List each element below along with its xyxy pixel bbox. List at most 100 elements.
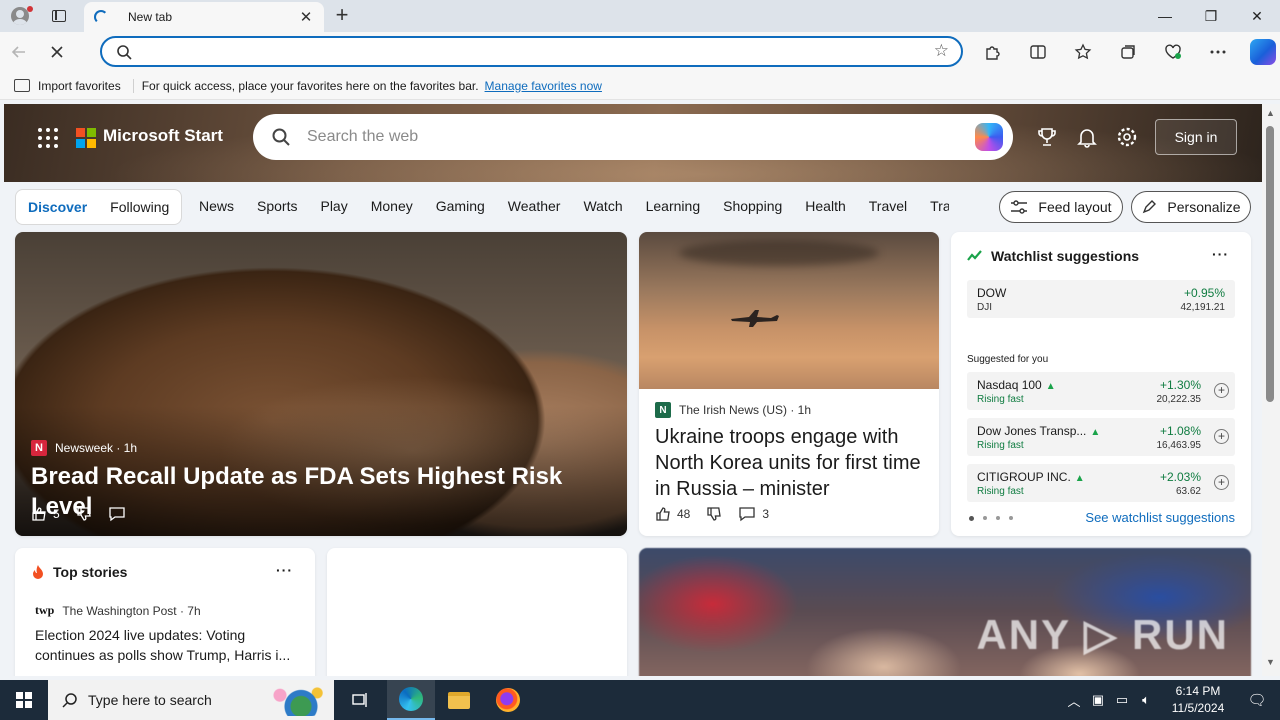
stock-row-nasdaq[interactable]: Nasdaq 100 ▲ Rising fast +1.30% 20,222.35… <box>967 372 1235 410</box>
category-travel[interactable]: Travel <box>869 198 907 214</box>
category-sports[interactable]: Sports <box>257 198 297 214</box>
add-to-watchlist-icon[interactable]: + <box>1214 383 1229 398</box>
thumbs-down-icon <box>77 507 91 521</box>
story-headline[interactable]: Ukraine troops engage with North Korea u… <box>655 424 925 502</box>
heart-pulse-icon <box>1164 44 1181 59</box>
copilot-icon[interactable] <box>975 123 1003 151</box>
collections-button[interactable] <box>1105 34 1150 70</box>
new-tab-button[interactable]: + <box>330 4 354 28</box>
taskbar-edge[interactable] <box>387 680 435 720</box>
new-tab-page: Microsoft Start Sign in Discover Followi… <box>4 104 1262 676</box>
taskbar-firefox[interactable] <box>484 680 532 720</box>
newsweek-logo-icon: N <box>31 440 47 456</box>
address-bar[interactable]: ☆ <box>100 36 963 67</box>
import-favorites-button[interactable]: Import favorites <box>0 78 134 93</box>
sparkle-pencil-icon <box>1143 200 1157 214</box>
page-scrollbar[interactable]: ▲ ▼ <box>1262 104 1280 676</box>
like-button[interactable]: 5 <box>31 506 60 522</box>
clock[interactable]: 6:14 PM 11/5/2024 <box>1162 683 1234 717</box>
network-icon[interactable]: ▭ <box>1110 692 1134 708</box>
like-count: 48 <box>677 507 691 521</box>
device-icon[interactable]: ▣ <box>1086 692 1110 708</box>
category-news[interactable]: News <box>199 198 234 214</box>
watchlist-more-button[interactable]: ··· <box>1212 246 1229 262</box>
stock-row-citigroup[interactable]: CITIGROUP INC. ▲ Rising fast +2.03% 63.62… <box>967 464 1235 502</box>
add-to-watchlist-icon[interactable]: + <box>1214 475 1229 490</box>
brand-name[interactable]: Microsoft Start <box>103 126 223 146</box>
category-watch[interactable]: Watch <box>583 198 622 214</box>
back-button[interactable] <box>0 34 38 70</box>
comment-button[interactable] <box>108 506 126 522</box>
notifications-bell-icon[interactable] <box>1075 126 1099 150</box>
close-window-button[interactable]: ✕ <box>1234 0 1280 32</box>
stop-loading-button[interactable] <box>38 34 76 70</box>
source-label: The Irish News (US) · 1h <box>679 403 812 417</box>
extensions-button[interactable] <box>970 34 1015 70</box>
category-money[interactable]: Money <box>371 198 413 214</box>
profile-button[interactable] <box>0 0 40 32</box>
manage-favorites-link[interactable]: Manage favorites now <box>485 79 602 93</box>
comment-button[interactable]: 3 <box>738 506 769 522</box>
volume-icon[interactable]: 🔈︎ <box>1134 692 1158 708</box>
restore-button[interactable]: ❐ <box>1188 0 1234 32</box>
rewards-trophy-icon[interactable] <box>1035 126 1059 150</box>
category-gaming[interactable]: Gaming <box>436 198 485 214</box>
web-search-box[interactable] <box>253 114 1013 160</box>
scroll-up-icon[interactable]: ▲ <box>1266 108 1275 118</box>
personalize-button[interactable]: Personalize <box>1131 191 1251 223</box>
see-watchlist-link[interactable]: See watchlist suggestions <box>1085 510 1235 525</box>
web-search-input[interactable] <box>307 126 907 148</box>
sliders-icon <box>1011 200 1028 214</box>
dislike-button[interactable] <box>76 506 92 522</box>
dislike-button[interactable] <box>706 506 722 522</box>
minimize-button[interactable]: — <box>1142 0 1188 32</box>
story-headline[interactable]: Election 2024 live updates: Voting conti… <box>35 625 301 665</box>
app-launcher-icon[interactable] <box>38 128 58 148</box>
scroll-down-icon[interactable]: ▼ <box>1266 657 1275 667</box>
feed-layout-button[interactable]: Feed layout <box>999 191 1123 223</box>
tab-discover[interactable]: Discover <box>28 199 87 215</box>
split-screen-button[interactable] <box>1015 34 1060 70</box>
top-stories-more-button[interactable]: ··· <box>276 562 293 578</box>
hero-story-card[interactable]: N Newsweek · 1h Bread Recall Update as F… <box>15 232 627 536</box>
category-traffic[interactable]: Traf <box>930 198 949 214</box>
category-play[interactable]: Play <box>320 198 347 214</box>
stock-row-dow-transport[interactable]: Dow Jones Transp... ▲ Rising fast +1.08% … <box>967 418 1235 456</box>
task-view-button[interactable] <box>336 680 384 720</box>
add-to-watchlist-icon[interactable]: + <box>1214 429 1229 444</box>
tab-close-button[interactable]: ✕ <box>298 8 314 26</box>
back-arrow-icon <box>11 46 25 58</box>
like-button[interactable]: 48 <box>655 506 690 522</box>
tab-actions-button[interactable] <box>40 0 78 32</box>
settings-more-button[interactable] <box>1195 34 1240 70</box>
category-weather[interactable]: Weather <box>508 198 561 214</box>
category-health[interactable]: Health <box>805 198 845 214</box>
notification-dot <box>27 6 33 12</box>
category-shopping[interactable]: Shopping <box>723 198 782 214</box>
favorites-button[interactable] <box>1060 34 1105 70</box>
title-bar: New tab ✕ + — ❐ ✕ <box>0 0 1280 32</box>
tab-new-tab[interactable]: New tab ✕ <box>84 2 324 32</box>
taskbar-search-box[interactable]: Type here to search <box>48 680 334 720</box>
thumbs-down-icon <box>707 507 722 521</box>
tab-following[interactable]: Following <box>110 199 169 215</box>
scrollbar-thumb[interactable] <box>1266 126 1274 402</box>
settings-gear-icon[interactable] <box>1115 126 1139 150</box>
sign-in-button[interactable]: Sign in <box>1155 119 1237 155</box>
stock-change: +1.08% <box>1159 424 1201 438</box>
story-card-ukraine[interactable]: N The Irish News (US) · 1h Ukraine troop… <box>639 232 939 536</box>
rally-story-card[interactable]: ANY ▷ RUN <box>639 548 1251 676</box>
notifications-icon[interactable]: 🗨︎ <box>1234 691 1280 709</box>
carousel-dots[interactable] <box>969 516 1022 521</box>
copilot-button[interactable] <box>1240 34 1280 70</box>
category-learning[interactable]: Learning <box>646 198 701 214</box>
feed-layout-label: Feed layout <box>1038 199 1112 215</box>
anyrun-watermark: ANY ▷ RUN <box>976 611 1229 658</box>
taskbar-file-explorer[interactable] <box>435 680 483 720</box>
start-button[interactable] <box>0 680 48 720</box>
stock-row-dow[interactable]: DOW DJI +0.95% 42,191.21 <box>967 280 1235 318</box>
favorite-star-icon[interactable]: ☆ <box>934 41 949 61</box>
chevron-up-icon[interactable]: ︿ <box>1062 691 1086 710</box>
browser-essentials-button[interactable] <box>1150 34 1195 70</box>
story-actions: 5 <box>31 506 142 522</box>
